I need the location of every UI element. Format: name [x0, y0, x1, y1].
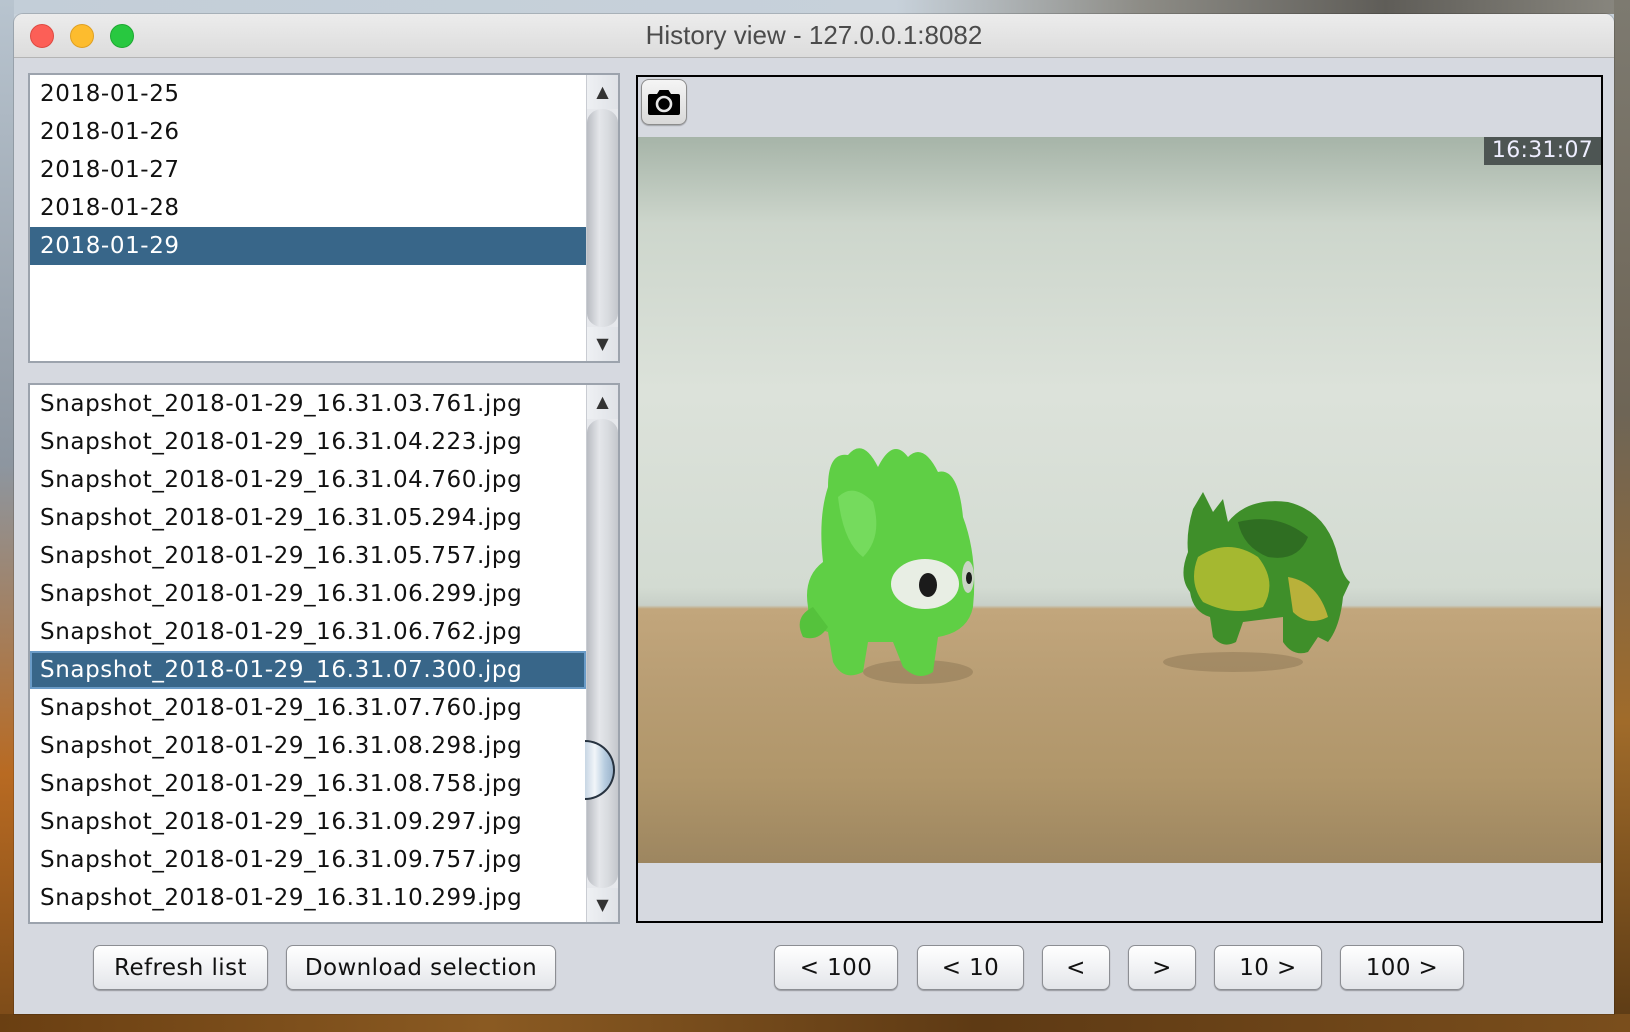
- snapshot-list-item[interactable]: Snapshot_2018-01-29_16.31.08.298.jpg: [30, 727, 586, 765]
- scrollbar-track[interactable]: [587, 109, 618, 327]
- scroll-down-arrow-icon[interactable]: ▼: [587, 327, 618, 361]
- dates-list-scrollbar[interactable]: ▲ ▼: [586, 75, 618, 361]
- snapshot-list-item[interactable]: Snapshot_2018-01-29_16.31.09.297.jpg: [30, 803, 586, 841]
- window-title: History view - 127.0.0.1:8082: [645, 20, 983, 50]
- back-1-button[interactable]: <: [1042, 945, 1110, 990]
- green-toy-figure: [799, 448, 975, 684]
- snapshots-list-scrollbar[interactable]: ▲ ▼: [585, 385, 618, 922]
- scroll-down-arrow-icon[interactable]: ▼: [587, 888, 618, 922]
- date-list-item[interactable]: 2018-01-26: [30, 113, 586, 151]
- snapshot-button[interactable]: [641, 79, 687, 125]
- desktop-background-right: [1614, 0, 1630, 1032]
- back-10-button[interactable]: < 10: [917, 945, 1024, 990]
- snapshot-timestamp: 16:31:07: [1484, 137, 1601, 165]
- desktop-background-left: [0, 0, 14, 1032]
- date-list-item[interactable]: 2018-01-25: [30, 75, 586, 113]
- snapshot-list-item[interactable]: Snapshot_2018-01-29_16.31.09.757.jpg: [30, 841, 586, 879]
- desktop-background: [0, 0, 1630, 14]
- triceratops-toy-figure: [1163, 492, 1350, 672]
- back-100-button[interactable]: < 100: [774, 945, 898, 990]
- snapshot-image: 16:31:07: [638, 137, 1601, 863]
- snapshot-list-item[interactable]: Snapshot_2018-01-29_16.31.06.762.jpg: [30, 613, 586, 651]
- forward-10-button[interactable]: 10 >: [1214, 945, 1322, 990]
- snapshot-list-item[interactable]: Snapshot_2018-01-29_16.31.05.757.jpg: [30, 537, 586, 575]
- date-list-item[interactable]: 2018-01-29: [30, 227, 586, 265]
- date-list-item[interactable]: 2018-01-27: [30, 151, 586, 189]
- scrollbar-track[interactable]: [587, 419, 618, 888]
- snapshot-list-item[interactable]: Snapshot_2018-01-29_16.31.04.223.jpg: [30, 423, 586, 461]
- scroll-up-arrow-icon[interactable]: ▲: [587, 75, 618, 109]
- camera-icon: [648, 90, 680, 115]
- snapshot-list-item[interactable]: Snapshot_2018-01-29_16.31.05.294.jpg: [30, 499, 586, 537]
- snapshot-list-item[interactable]: Snapshot_2018-01-29_16.31.10.299.jpg: [30, 879, 586, 917]
- snapshot-list-item[interactable]: Snapshot_2018-01-29_16.31.07.760.jpg: [30, 689, 586, 727]
- snapshot-list-item[interactable]: Snapshot_2018-01-29_16.31.04.760.jpg: [30, 461, 586, 499]
- refresh-list-button[interactable]: Refresh list: [93, 945, 268, 990]
- download-selection-button[interactable]: Download selection: [286, 945, 556, 990]
- dates-list: 2018-01-25 2018-01-26 2018-01-27 2018-01-28…: [28, 73, 620, 363]
- snapshot-list-item[interactable]: Snapshot_2018-01-29_16.31.06.299.jpg: [30, 575, 586, 613]
- desktop-background-bottom: [0, 1014, 1630, 1032]
- snapshots-list: Snapshot_2018-01-29_16.31.03.761.jpg Snap…: [28, 383, 620, 924]
- scroll-up-arrow-icon[interactable]: ▲: [587, 385, 618, 419]
- forward-1-button[interactable]: >: [1128, 945, 1196, 990]
- dates-list-rows: 2018-01-25 2018-01-26 2018-01-27 2018-01-28…: [30, 75, 586, 361]
- snapshot-list-item[interactable]: Snapshot_2018-01-29_16.31.08.758.jpg: [30, 765, 586, 803]
- forward-100-button[interactable]: 100 >: [1340, 945, 1464, 990]
- date-list-item[interactable]: 2018-01-28: [30, 189, 586, 227]
- snapshot-list-item[interactable]: Snapshot_2018-01-29_16.31.03.761.jpg: [30, 385, 586, 423]
- snapshot-list-item[interactable]: Snapshot_2018-01-29_16.31.07.300.jpg: [30, 651, 586, 689]
- title-bar: History view - 127.0.0.1:8082: [14, 14, 1614, 58]
- image-viewer: 16:31:07: [636, 75, 1603, 923]
- snapshots-list-rows: Snapshot_2018-01-29_16.31.03.761.jpg Snap…: [30, 385, 586, 922]
- snapshot-photo-content: [799, 448, 1350, 684]
- history-view-window: History view - 127.0.0.1:8082 2018-01-25…: [14, 14, 1614, 1014]
